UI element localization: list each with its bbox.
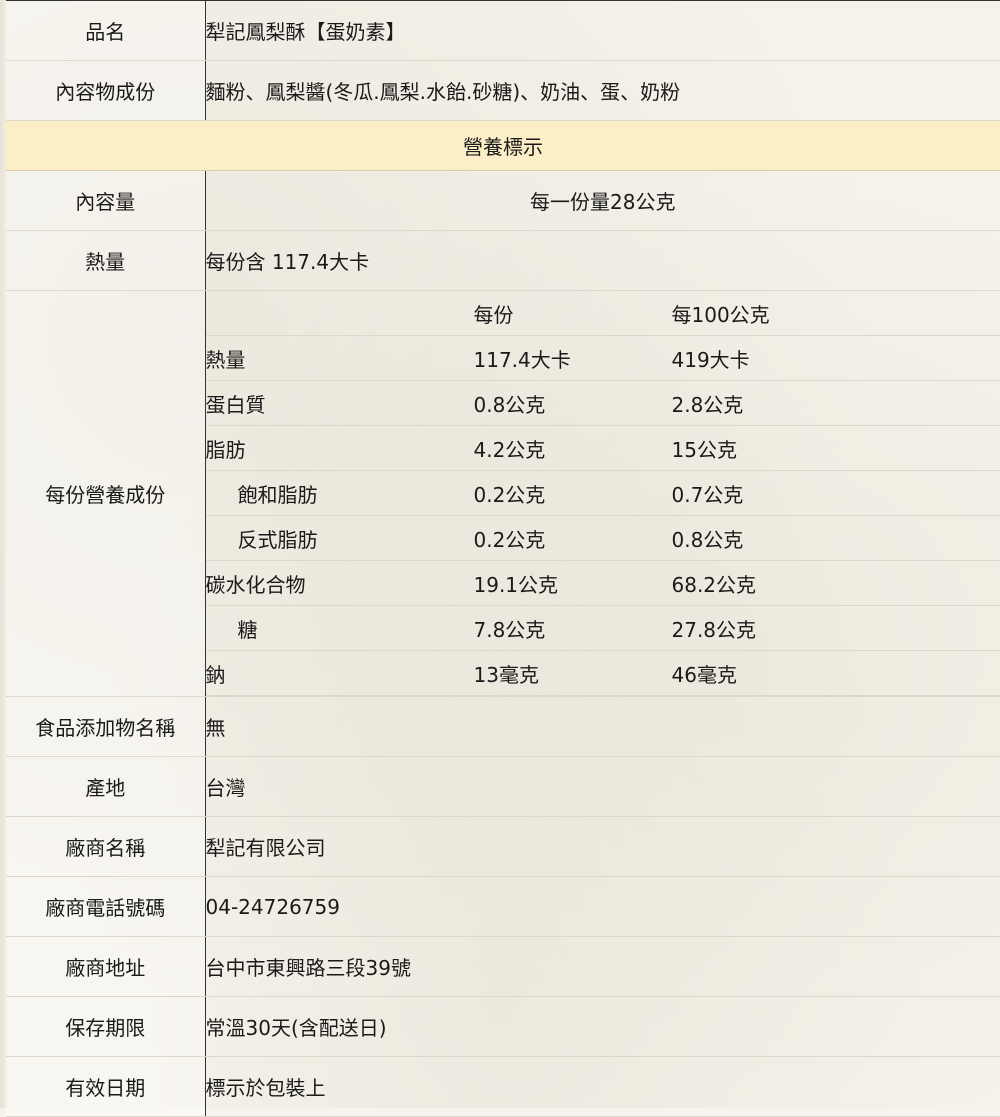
nutrient-per-serving: 0.2公克	[474, 471, 672, 516]
nutrient-per-serving: 13毫克	[474, 651, 672, 696]
row-origin: 產地 台灣	[6, 757, 1000, 817]
value-ingredients: 麵粉、鳳梨醬(冬瓜.鳳梨.水飴.砂糖)、奶油、蛋、奶粉	[205, 61, 1000, 121]
nutrient-per-100g: 2.8公克	[672, 381, 1000, 426]
label-ingredients: 內容物成份	[6, 61, 205, 121]
nutrition-row: 碳水化合物 19.1公克 68.2公克	[206, 561, 1000, 606]
nutrition-header-row: 每份 每100公克	[206, 291, 1000, 336]
row-nutrition-facts: 每份營養成份 每份 每100公克 熱量 117.4大卡 419大卡	[6, 291, 1000, 697]
product-spec-page: 品名 犁記鳳梨酥【蛋奶素】 內容物成份 麵粉、鳳梨醬(冬瓜.鳳梨.水飴.砂糖)、…	[0, 0, 1000, 1108]
nutrition-banner-title: 營養標示	[6, 121, 1000, 171]
label-nutrition-facts: 每份營養成份	[6, 291, 205, 697]
nutrient-per-100g: 0.8公克	[672, 516, 1000, 561]
nutrient-name: 鈉	[206, 651, 474, 696]
nutrient-per-serving: 0.2公克	[474, 516, 672, 561]
row-nutrition-banner: 營養標示	[6, 121, 1000, 171]
label-calories: 熱量	[6, 231, 205, 291]
row-ingredients: 內容物成份 麵粉、鳳梨醬(冬瓜.鳳梨.水飴.砂糖)、奶油、蛋、奶粉	[6, 61, 1000, 121]
nutrient-per-100g: 46毫克	[672, 651, 1000, 696]
nutrient-per-100g: 27.8公克	[672, 606, 1000, 651]
value-additives: 無	[205, 697, 1000, 757]
nutrient-name: 蛋白質	[206, 381, 474, 426]
label-phone: 廠商電話號碼	[6, 877, 205, 937]
nutrition-facts-cell: 每份 每100公克 熱量 117.4大卡 419大卡 蛋白質 0.8公克 2.8…	[205, 291, 1000, 697]
nutrient-name: 熱量	[206, 336, 474, 381]
label-product-name: 品名	[6, 1, 205, 61]
label-manufacturer: 廠商名稱	[6, 817, 205, 877]
nutrition-facts-table: 每份 每100公克 熱量 117.4大卡 419大卡 蛋白質 0.8公克 2.8…	[206, 291, 1000, 696]
value-calories: 每份含 117.4大卡	[205, 231, 1000, 291]
nutrient-per-100g: 419大卡	[672, 336, 1000, 381]
row-address: 廠商地址 台中市東興路三段39號	[6, 937, 1000, 997]
product-spec-table: 品名 犁記鳳梨酥【蛋奶素】 內容物成份 麵粉、鳳梨醬(冬瓜.鳳梨.水飴.砂糖)、…	[6, 0, 1000, 1117]
nutrient-name-sub: 反式脂肪	[206, 516, 474, 561]
nutrition-row: 脂肪 4.2公克 15公克	[206, 426, 1000, 471]
row-additives: 食品添加物名稱 無	[6, 697, 1000, 757]
label-address: 廠商地址	[6, 937, 205, 997]
value-product-name: 犁記鳳梨酥【蛋奶素】	[205, 1, 1000, 61]
label-serving-size: 內容量	[6, 171, 205, 231]
label-origin: 產地	[6, 757, 205, 817]
nutrient-per-serving: 117.4大卡	[474, 336, 672, 381]
nutrition-row: 糖 7.8公克 27.8公克	[206, 606, 1000, 651]
nutrient-per-100g: 15公克	[672, 426, 1000, 471]
row-shelf-life: 保存期限 常溫30天(含配送日)	[6, 997, 1000, 1057]
nutrition-row: 熱量 117.4大卡 419大卡	[206, 336, 1000, 381]
row-phone: 廠商電話號碼 04-24726759	[6, 877, 1000, 937]
value-shelf-life: 常溫30天(含配送日)	[205, 997, 1000, 1057]
label-shelf-life: 保存期限	[6, 997, 205, 1057]
nutrient-per-serving: 4.2公克	[474, 426, 672, 471]
value-serving-size: 每一份量28公克	[205, 171, 1000, 231]
nutrient-per-serving: 0.8公克	[474, 381, 672, 426]
nutrition-row: 反式脂肪 0.2公克 0.8公克	[206, 516, 1000, 561]
row-product-name: 品名 犁記鳳梨酥【蛋奶素】	[6, 1, 1000, 61]
value-origin: 台灣	[205, 757, 1000, 817]
value-manufacturer: 犁記有限公司	[205, 817, 1000, 877]
nutrition-row: 蛋白質 0.8公克 2.8公克	[206, 381, 1000, 426]
nutrient-name: 脂肪	[206, 426, 474, 471]
value-phone: 04-24726759	[205, 877, 1000, 937]
nutrient-per-serving: 7.8公克	[474, 606, 672, 651]
row-calories: 熱量 每份含 117.4大卡	[6, 231, 1000, 291]
label-additives: 食品添加物名稱	[6, 697, 205, 757]
nutrition-header-blank	[206, 291, 474, 336]
row-manufacturer: 廠商名稱 犁記有限公司	[6, 817, 1000, 877]
value-address: 台中市東興路三段39號	[205, 937, 1000, 997]
nutrition-header-per-serving: 每份	[474, 291, 672, 336]
nutrient-per-100g: 68.2公克	[672, 561, 1000, 606]
nutrient-name-sub: 飽和脂肪	[206, 471, 474, 516]
nutrition-header-per-100g: 每100公克	[672, 291, 1000, 336]
nutrition-row: 鈉 13毫克 46毫克	[206, 651, 1000, 696]
nutrient-per-serving: 19.1公克	[474, 561, 672, 606]
row-serving-size: 內容量 每一份量28公克	[6, 171, 1000, 231]
nutrition-row: 飽和脂肪 0.2公克 0.7公克	[206, 471, 1000, 516]
nutrient-name-sub: 糖	[206, 606, 474, 651]
nutrient-per-100g: 0.7公克	[672, 471, 1000, 516]
nutrient-name: 碳水化合物	[206, 561, 474, 606]
